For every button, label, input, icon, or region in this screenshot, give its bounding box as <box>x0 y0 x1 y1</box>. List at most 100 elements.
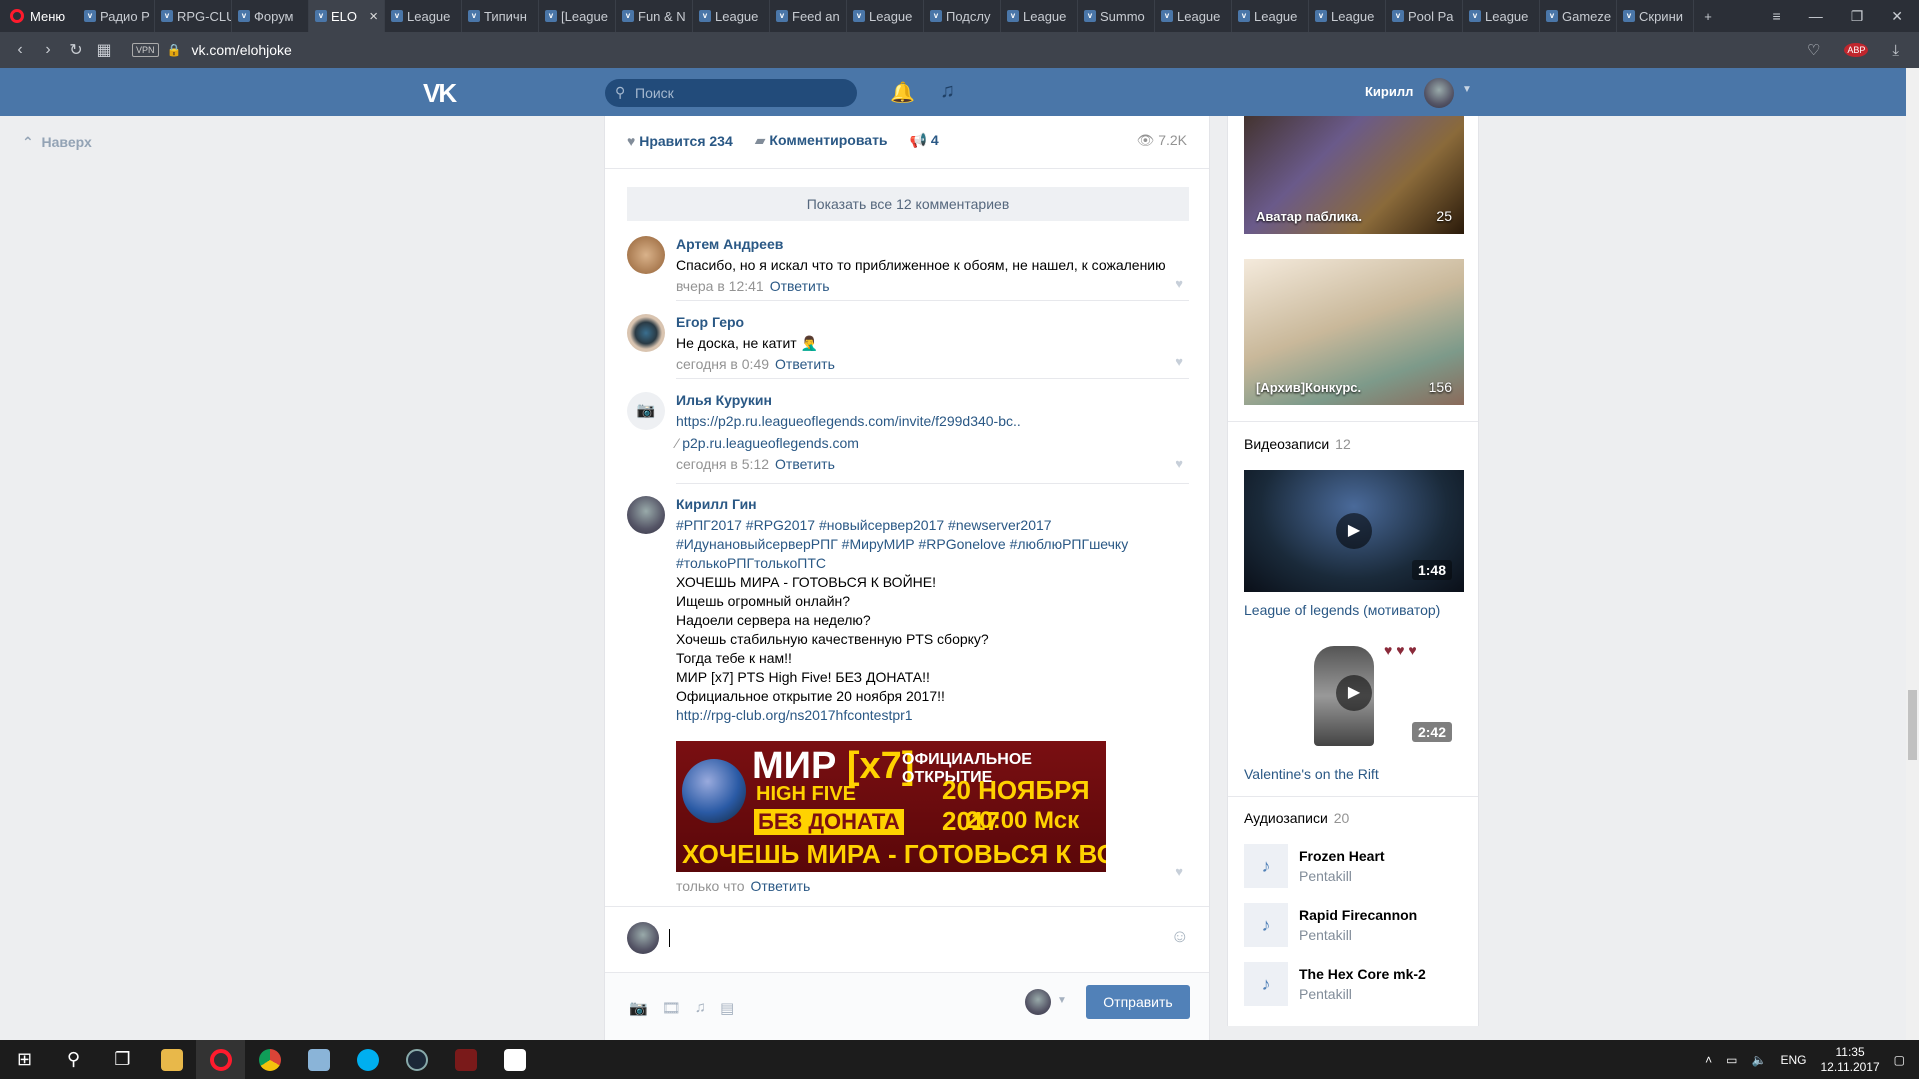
speed-dial-icon[interactable]: ▦ <box>90 40 118 60</box>
camera-placeholder-avatar[interactable]: 📷 <box>627 392 665 430</box>
show-hidden-icons-icon[interactable]: ˄ <box>1705 1053 1712 1067</box>
comment-link[interactable]: https://p2p.ru.leagueoflegends.com/invit… <box>676 412 1186 431</box>
video-attach-icon[interactable]: 🎞 <box>662 999 681 1017</box>
tab-menu-icon[interactable]: ≡ <box>1773 8 1781 24</box>
hashtags-line[interactable]: #РПГ2017 #RPG2017 #новыйсервер2017 #news… <box>676 516 1186 535</box>
reply-link[interactable]: Ответить <box>770 278 830 294</box>
external-link[interactable]: http://rpg-club.org/ns2017hfcontestpr1 <box>676 706 1186 725</box>
comment-like-icon[interactable]: ♥ <box>1175 864 1183 879</box>
clock[interactable]: 11:35 12.11.2017 <box>1820 1045 1879 1075</box>
lock-icon[interactable]: 🔒 <box>167 43 182 57</box>
like-button[interactable]: ♥ Нравится 234 <box>627 133 733 149</box>
minimize-icon[interactable]: — <box>1809 8 1823 24</box>
browser-tab[interactable]: v League <box>1463 0 1540 32</box>
vpn-badge[interactable]: VPN <box>132 43 159 57</box>
search-icon[interactable]: ⚲ <box>49 1040 98 1079</box>
vk-logo[interactable]: VK <box>423 78 457 109</box>
track-artist[interactable]: Pentakill <box>1299 927 1352 943</box>
browser-tab[interactable]: v [League <box>539 0 616 32</box>
album-thumbnail[interactable]: Аватар паблика. 25 <box>1244 116 1464 234</box>
game-icon[interactable] <box>441 1040 490 1079</box>
scrollbar-thumb[interactable] <box>1908 690 1917 760</box>
photo-attach-icon[interactable]: 📷 <box>629 999 648 1017</box>
comment-time[interactable]: сегодня в 0:49 <box>676 356 769 372</box>
browser-tab[interactable]: v League <box>1001 0 1078 32</box>
comment-author[interactable]: Артем Андреев <box>676 236 1186 252</box>
comment-author[interactable]: Кирилл Гин <box>676 496 1186 512</box>
user-avatar[interactable] <box>1424 78 1454 108</box>
opera-taskbar-icon[interactable] <box>196 1040 245 1079</box>
video-thumbnail[interactable]: ▶ 1:48 <box>1244 470 1464 592</box>
hashtags-line[interactable]: #толькоРПГтолькоПТС <box>676 554 1186 573</box>
notifications-icon[interactable]: ▢ <box>1894 1053 1905 1067</box>
comment-avatar[interactable] <box>627 496 665 534</box>
browser-tab[interactable]: v Fun & N <box>616 0 693 32</box>
skype-icon[interactable] <box>343 1040 392 1079</box>
share-button[interactable]: 📢 4 <box>910 132 939 149</box>
sender-avatar[interactable] <box>1025 989 1051 1015</box>
hashtags-line[interactable]: #ИдунановыйсерверРПГ #МируМИР #RPGonelov… <box>676 535 1186 554</box>
comment-time[interactable]: вчера в 12:41 <box>676 278 764 294</box>
app-icon[interactable] <box>294 1040 343 1079</box>
link-preview[interactable]: ⁄ p2p.ru.leagueoflegends.com <box>676 434 1186 453</box>
audio-attach-icon[interactable]: ♫ <box>695 999 706 1017</box>
audio-track[interactable]: ♪ Frozen Heart Pentakill <box>1244 844 1464 888</box>
audio-header[interactable]: Аудиозаписи 20 <box>1244 810 1349 826</box>
browser-tab[interactable]: v Скрини <box>1617 0 1694 32</box>
restore-icon[interactable]: ❐ <box>1851 8 1864 25</box>
forward-icon[interactable]: › <box>34 41 62 59</box>
music-note-icon[interactable]: ♪ <box>1244 903 1288 947</box>
video-title[interactable]: Valentine's on the Rift <box>1244 766 1379 782</box>
browser-tab[interactable]: v League <box>1309 0 1386 32</box>
emoji-icon[interactable]: ☺ <box>1171 926 1189 947</box>
comment-avatar[interactable] <box>627 236 665 274</box>
bookmark-heart-icon[interactable]: ♡ <box>1807 41 1820 59</box>
chevron-down-icon[interactable]: ▼ <box>1462 84 1472 95</box>
browser-tab[interactable]: v Pool Pa <box>1386 0 1463 32</box>
start-windows-icon[interactable]: ⊞ <box>0 1040 49 1079</box>
browser-tab[interactable]: v Подслу <box>924 0 1001 32</box>
chevron-down-icon[interactable]: ▼ <box>1057 995 1067 1006</box>
video-title[interactable]: League of legends (мотиватор) <box>1244 602 1440 618</box>
browser-tab[interactable]: v League <box>385 0 462 32</box>
browser-tab[interactable]: v Gameze <box>1540 0 1617 32</box>
music-note-icon[interactable]: ♪ <box>1244 962 1288 1006</box>
video-thumbnail[interactable]: ♥ ♥ ♥ ▶ 2:42 <box>1244 632 1464 754</box>
browser-tab[interactable]: v League <box>847 0 924 32</box>
browser-tab[interactable]: v League <box>693 0 770 32</box>
comment-author[interactable]: Илья Курукин <box>676 392 1186 408</box>
reply-link[interactable]: Ответить <box>775 456 835 472</box>
track-artist[interactable]: Pentakill <box>1299 986 1352 1002</box>
browser-tab[interactable]: v Summo <box>1078 0 1155 32</box>
browser-tab[interactable]: v League <box>1155 0 1232 32</box>
videos-header[interactable]: Видеозаписи 12 <box>1244 436 1351 452</box>
comment-like-icon[interactable]: ♥ <box>1175 354 1183 369</box>
download-icon[interactable]: ⤓ <box>1892 42 1899 59</box>
show-all-comments-button[interactable]: Показать все 12 комментариев <box>627 187 1189 221</box>
comment-like-icon[interactable]: ♥ <box>1175 456 1183 471</box>
reply-avatar[interactable] <box>627 922 659 954</box>
reply-link[interactable]: Ответить <box>775 356 835 372</box>
browser-tab[interactable]: v Форум <box>232 0 309 32</box>
opera-menu-button[interactable]: Меню <box>0 0 78 32</box>
comment-time[interactable]: сегодня в 5:12 <box>676 456 769 472</box>
comment-author[interactable]: Егор Геро <box>676 314 1186 330</box>
comment-avatar[interactable] <box>627 314 665 352</box>
close-window-icon[interactable]: ✕ <box>1891 8 1903 25</box>
send-button[interactable]: Отправить <box>1086 985 1190 1019</box>
music-player-icon[interactable]: ♫ <box>940 80 955 103</box>
reply-link[interactable]: Ответить <box>751 878 811 894</box>
url-field[interactable]: vk.com/elohjoke <box>191 42 291 58</box>
language-indicator[interactable]: ENG <box>1780 1053 1806 1067</box>
browser-tab[interactable]: v Радио Р <box>78 0 155 32</box>
browser-tab[interactable]: v RPG-CLU <box>155 0 232 32</box>
album-thumbnail[interactable]: [Архив]Конкурс. 156 <box>1244 259 1464 405</box>
comment-input[interactable] <box>669 920 1149 956</box>
notifications-bell-icon[interactable]: 🔔 <box>890 80 915 105</box>
comment-time[interactable]: только что <box>676 878 745 894</box>
browser-tab[interactable]: v Типичн <box>462 0 539 32</box>
back-icon[interactable]: ‹ <box>6 41 34 59</box>
task-view-icon[interactable]: ❐ <box>98 1040 147 1079</box>
browser-tab[interactable]: v League <box>1232 0 1309 32</box>
back-to-top-link[interactable]: ⌃ Наверх <box>22 134 92 151</box>
